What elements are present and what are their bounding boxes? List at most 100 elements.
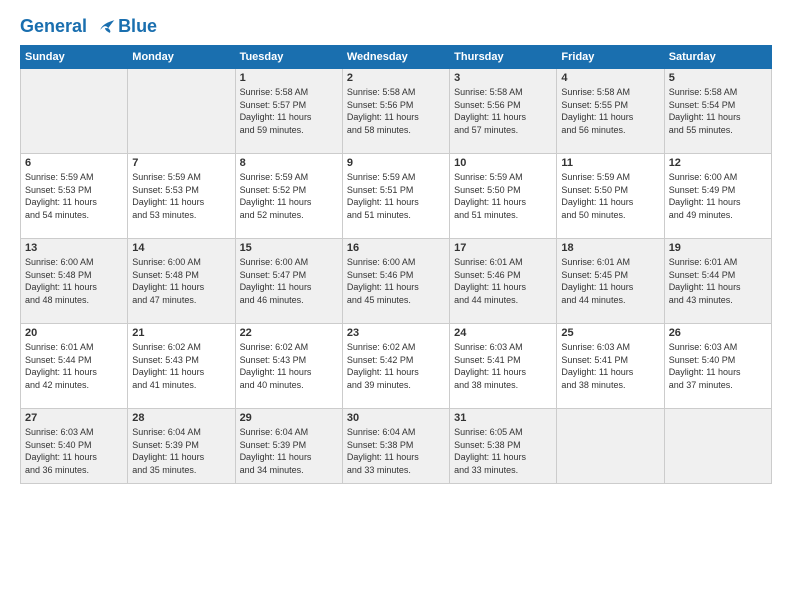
day-info: Sunrise: 6:03 AM Sunset: 5:41 PM Dayligh…: [561, 341, 659, 391]
day-cell: 12 Sunrise: 6:00 AM Sunset: 5:49 PM Dayli…: [664, 154, 771, 239]
day-number: 14: [132, 242, 230, 254]
day-info: Sunrise: 6:05 AM Sunset: 5:38 PM Dayligh…: [454, 426, 552, 476]
day-number: 18: [561, 242, 659, 254]
day-info: Sunrise: 6:04 AM Sunset: 5:39 PM Dayligh…: [132, 426, 230, 476]
day-info: Sunrise: 6:00 AM Sunset: 5:47 PM Dayligh…: [240, 256, 338, 306]
day-number: 3: [454, 72, 552, 84]
day-cell: 18 Sunrise: 6:01 AM Sunset: 5:45 PM Dayli…: [557, 239, 664, 324]
day-number: 20: [25, 327, 123, 339]
day-info: Sunrise: 6:01 AM Sunset: 5:45 PM Dayligh…: [561, 256, 659, 306]
day-info: Sunrise: 5:59 AM Sunset: 5:53 PM Dayligh…: [132, 171, 230, 221]
day-cell: 13 Sunrise: 6:00 AM Sunset: 5:48 PM Dayli…: [21, 239, 128, 324]
day-cell: [128, 69, 235, 154]
day-number: 25: [561, 327, 659, 339]
day-number: 11: [561, 157, 659, 169]
day-number: 12: [669, 157, 767, 169]
day-cell: 27 Sunrise: 6:03 AM Sunset: 5:40 PM Dayli…: [21, 409, 128, 484]
day-cell: 17Sunrise: 6:01 AM Sunset: 5:46 PM Dayli…: [450, 239, 557, 324]
day-cell: 10Sunrise: 5:59 AM Sunset: 5:50 PM Dayli…: [450, 154, 557, 239]
day-number: 21: [132, 327, 230, 339]
day-cell: 19Sunrise: 6:01 AM Sunset: 5:44 PM Dayli…: [664, 239, 771, 324]
day-number: 2: [347, 72, 445, 84]
day-info: Sunrise: 5:58 AM Sunset: 5:56 PM Dayligh…: [347, 86, 445, 136]
day-cell: 15 Sunrise: 6:00 AM Sunset: 5:47 PM Dayli…: [235, 239, 342, 324]
day-info: Sunrise: 6:02 AM Sunset: 5:43 PM Dayligh…: [240, 341, 338, 391]
day-cell: 8 Sunrise: 5:59 AM Sunset: 5:52 PM Daylig…: [235, 154, 342, 239]
logo: General Blue: [20, 16, 157, 37]
header-friday: Friday: [557, 46, 664, 69]
day-number: 10: [454, 157, 552, 169]
day-number: 29: [240, 412, 338, 424]
day-info: Sunrise: 6:03 AM Sunset: 5:41 PM Dayligh…: [454, 341, 552, 391]
day-info: Sunrise: 5:58 AM Sunset: 5:55 PM Dayligh…: [561, 86, 659, 136]
day-cell: 26 Sunrise: 6:03 AM Sunset: 5:40 PM Dayli…: [664, 324, 771, 409]
day-number: 23: [347, 327, 445, 339]
header: General Blue: [20, 16, 772, 37]
day-number: 30: [347, 412, 445, 424]
day-info: Sunrise: 6:01 AM Sunset: 5:44 PM Dayligh…: [669, 256, 767, 306]
day-info: Sunrise: 6:00 AM Sunset: 5:48 PM Dayligh…: [132, 256, 230, 306]
day-number: 15: [240, 242, 338, 254]
day-cell: 30 Sunrise: 6:04 AM Sunset: 5:38 PM Dayli…: [342, 409, 449, 484]
header-tuesday: Tuesday: [235, 46, 342, 69]
day-number: 26: [669, 327, 767, 339]
day-number: 27: [25, 412, 123, 424]
day-cell: [664, 409, 771, 484]
header-thursday: Thursday: [450, 46, 557, 69]
header-monday: Monday: [128, 46, 235, 69]
day-number: 9: [347, 157, 445, 169]
logo-blue: Blue: [118, 16, 157, 37]
day-info: Sunrise: 5:59 AM Sunset: 5:51 PM Dayligh…: [347, 171, 445, 221]
day-number: 8: [240, 157, 338, 169]
day-info: Sunrise: 6:01 AM Sunset: 5:46 PM Dayligh…: [454, 256, 552, 306]
day-number: 1: [240, 72, 338, 84]
week-row-4: 20 Sunrise: 6:01 AM Sunset: 5:44 PM Dayli…: [21, 324, 772, 409]
header-wednesday: Wednesday: [342, 46, 449, 69]
day-info: Sunrise: 5:59 AM Sunset: 5:53 PM Dayligh…: [25, 171, 123, 221]
weekday-header-row: Sunday Monday Tuesday Wednesday Thursday…: [21, 46, 772, 69]
day-cell: 3 Sunrise: 5:58 AM Sunset: 5:56 PM Daylig…: [450, 69, 557, 154]
day-info: Sunrise: 5:59 AM Sunset: 5:52 PM Dayligh…: [240, 171, 338, 221]
day-number: 4: [561, 72, 659, 84]
day-cell: 5Sunrise: 5:58 AM Sunset: 5:54 PM Daylig…: [664, 69, 771, 154]
day-cell: 6 Sunrise: 5:59 AM Sunset: 5:53 PM Daylig…: [21, 154, 128, 239]
day-cell: 31Sunrise: 6:05 AM Sunset: 5:38 PM Dayli…: [450, 409, 557, 484]
day-info: Sunrise: 5:58 AM Sunset: 5:57 PM Dayligh…: [240, 86, 338, 136]
day-cell: [21, 69, 128, 154]
day-number: 7: [132, 157, 230, 169]
day-number: 13: [25, 242, 123, 254]
day-cell: 28Sunrise: 6:04 AM Sunset: 5:39 PM Dayli…: [128, 409, 235, 484]
day-number: 16: [347, 242, 445, 254]
header-saturday: Saturday: [664, 46, 771, 69]
day-cell: 4 Sunrise: 5:58 AM Sunset: 5:55 PM Daylig…: [557, 69, 664, 154]
day-number: 22: [240, 327, 338, 339]
day-info: Sunrise: 6:03 AM Sunset: 5:40 PM Dayligh…: [25, 426, 123, 476]
day-info: Sunrise: 6:04 AM Sunset: 5:38 PM Dayligh…: [347, 426, 445, 476]
day-info: Sunrise: 6:01 AM Sunset: 5:44 PM Dayligh…: [25, 341, 123, 391]
day-number: 6: [25, 157, 123, 169]
day-info: Sunrise: 5:59 AM Sunset: 5:50 PM Dayligh…: [561, 171, 659, 221]
day-cell: [557, 409, 664, 484]
day-number: 5: [669, 72, 767, 84]
day-cell: 20 Sunrise: 6:01 AM Sunset: 5:44 PM Dayli…: [21, 324, 128, 409]
day-info: Sunrise: 6:00 AM Sunset: 5:49 PM Dayligh…: [669, 171, 767, 221]
week-row-2: 6 Sunrise: 5:59 AM Sunset: 5:53 PM Daylig…: [21, 154, 772, 239]
day-cell: 1 Sunrise: 5:58 AM Sunset: 5:57 PM Daylig…: [235, 69, 342, 154]
day-info: Sunrise: 6:04 AM Sunset: 5:39 PM Dayligh…: [240, 426, 338, 476]
day-cell: 7 Sunrise: 5:59 AM Sunset: 5:53 PM Daylig…: [128, 154, 235, 239]
week-row-5: 27 Sunrise: 6:03 AM Sunset: 5:40 PM Dayli…: [21, 409, 772, 484]
day-cell: 23 Sunrise: 6:02 AM Sunset: 5:42 PM Dayli…: [342, 324, 449, 409]
day-cell: 29 Sunrise: 6:04 AM Sunset: 5:39 PM Dayli…: [235, 409, 342, 484]
header-sunday: Sunday: [21, 46, 128, 69]
day-info: Sunrise: 5:58 AM Sunset: 5:56 PM Dayligh…: [454, 86, 552, 136]
logo-bird-icon: [94, 14, 116, 36]
day-info: Sunrise: 6:03 AM Sunset: 5:40 PM Dayligh…: [669, 341, 767, 391]
day-info: Sunrise: 6:02 AM Sunset: 5:42 PM Dayligh…: [347, 341, 445, 391]
day-cell: 24Sunrise: 6:03 AM Sunset: 5:41 PM Dayli…: [450, 324, 557, 409]
day-cell: 9 Sunrise: 5:59 AM Sunset: 5:51 PM Daylig…: [342, 154, 449, 239]
day-cell: 22 Sunrise: 6:02 AM Sunset: 5:43 PM Dayli…: [235, 324, 342, 409]
day-info: Sunrise: 6:00 AM Sunset: 5:48 PM Dayligh…: [25, 256, 123, 306]
week-row-3: 13 Sunrise: 6:00 AM Sunset: 5:48 PM Dayli…: [21, 239, 772, 324]
day-cell: 2 Sunrise: 5:58 AM Sunset: 5:56 PM Daylig…: [342, 69, 449, 154]
week-row-1: 1 Sunrise: 5:58 AM Sunset: 5:57 PM Daylig…: [21, 69, 772, 154]
